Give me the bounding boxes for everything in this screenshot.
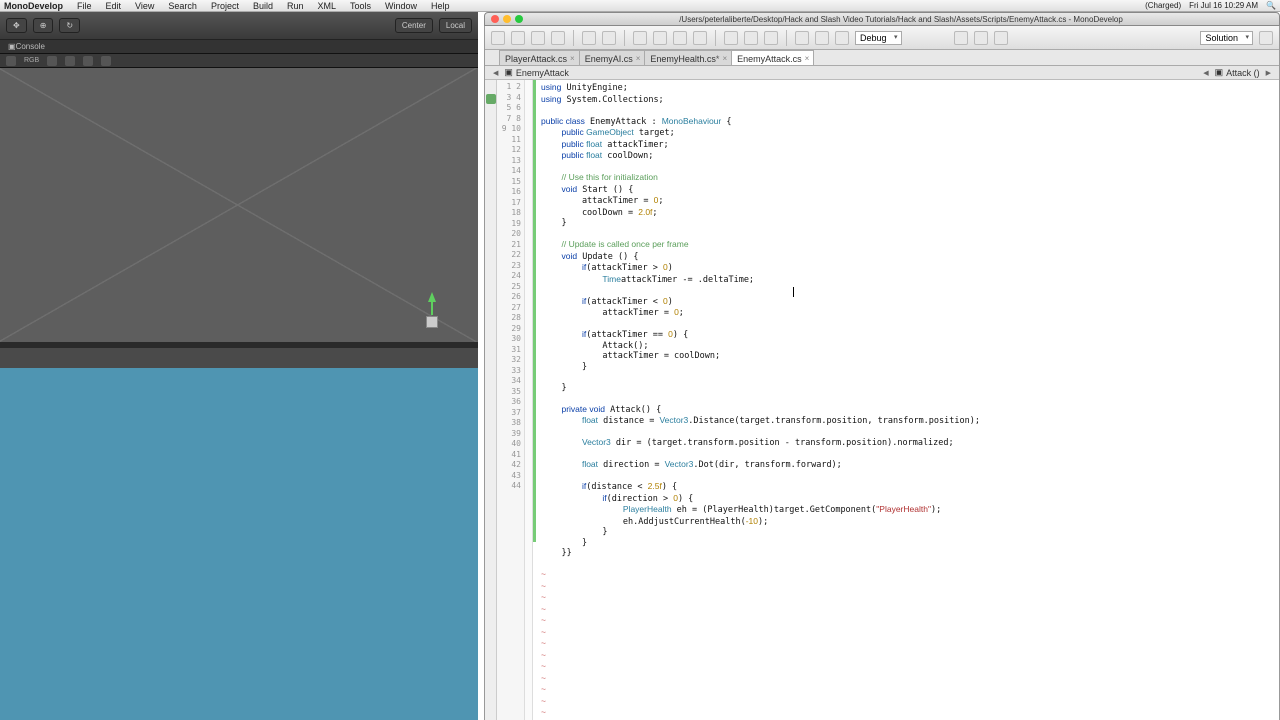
menu-search[interactable]: Search — [168, 1, 197, 11]
tab-label: EnemyAI.cs — [585, 54, 633, 64]
space-toggle[interactable]: Local — [439, 18, 472, 33]
pivot-toggle[interactable]: Center — [395, 18, 433, 33]
warn-icon[interactable] — [101, 56, 111, 66]
bookmark-icon — [486, 94, 496, 104]
console-tab[interactable]: ▣ Console — [0, 40, 478, 54]
tab-label: EnemyAttack.cs — [737, 54, 802, 64]
minimize-icon[interactable] — [503, 15, 511, 23]
menu-tools[interactable]: Tools — [350, 1, 371, 11]
cut-icon[interactable] — [633, 31, 647, 45]
rotate-tool[interactable]: ↻ — [59, 18, 80, 33]
tab-close-icon[interactable]: × — [722, 54, 727, 63]
console-label: Console — [16, 42, 45, 51]
solution-dropdown[interactable]: Solution — [1200, 31, 1253, 45]
marker-column[interactable] — [485, 80, 497, 720]
step-over-icon[interactable] — [954, 31, 968, 45]
redo-icon[interactable] — [602, 31, 616, 45]
find-icon[interactable] — [764, 31, 778, 45]
search-box-icon[interactable] — [1259, 31, 1273, 45]
scene-view[interactable] — [0, 68, 478, 342]
app-menu[interactable]: MonoDevelop — [4, 1, 63, 11]
collapse-icon[interactable] — [47, 56, 57, 66]
stop-icon[interactable] — [835, 31, 849, 45]
tab-close-icon[interactable]: × — [805, 54, 810, 63]
menu-run[interactable]: Run — [287, 1, 304, 11]
new-file-icon[interactable] — [491, 31, 505, 45]
breadcrumb[interactable]: ◀ ▣EnemyAttack ◀ ▣Attack () ▶ — [485, 66, 1279, 80]
menu-project[interactable]: Project — [211, 1, 239, 11]
copy-icon[interactable] — [653, 31, 667, 45]
battery-status: (Charged) — [1145, 1, 1181, 10]
menu-xml[interactable]: XML — [317, 1, 336, 11]
file-tab[interactable]: EnemyHealth.cs* × — [644, 50, 732, 65]
nav-back-icon[interactable] — [724, 31, 738, 45]
method-icon: ▣ — [1215, 67, 1224, 78]
menu-file[interactable]: File — [77, 1, 92, 11]
game-view[interactable] — [0, 368, 478, 720]
run-icon[interactable] — [795, 31, 809, 45]
zoom-icon[interactable] — [515, 15, 523, 23]
pane-divider[interactable] — [0, 342, 478, 348]
debug-icon[interactable] — [815, 31, 829, 45]
breadcrumb-class[interactable]: EnemyAttack — [516, 68, 569, 78]
window-titlebar[interactable]: /Users/peterlaliberte/Desktop/Hack and S… — [484, 12, 1280, 26]
file-tabs: PlayerAttack.cs ×EnemyAI.cs ×EnemyHealth… — [485, 50, 1279, 66]
unity-toolbar: ✥ ⊕ ↻ Center Local — [0, 12, 478, 40]
menu-edit[interactable]: Edit — [106, 1, 122, 11]
step-into-icon[interactable] — [974, 31, 988, 45]
hand-tool[interactable]: ✥ — [6, 18, 27, 33]
tab-close-icon[interactable]: × — [570, 54, 575, 63]
class-icon: ▣ — [504, 67, 513, 78]
menu-view[interactable]: View — [135, 1, 154, 11]
save-all-icon[interactable] — [551, 31, 565, 45]
move-tool[interactable]: ⊕ — [33, 18, 54, 33]
undo-icon[interactable] — [582, 31, 596, 45]
open-icon[interactable] — [511, 31, 525, 45]
file-tab[interactable]: EnemyAttack.cs × — [731, 50, 814, 65]
mac-menubar: MonoDevelop File Edit View Search Projec… — [0, 0, 1280, 12]
fold-column[interactable] — [525, 80, 533, 720]
error-pause-icon[interactable] — [65, 56, 75, 66]
tab-close-icon[interactable]: × — [636, 54, 641, 63]
line-gutter[interactable]: 1 2 3 4 5 6 7 8 9 10 11 12 13 14 15 16 1… — [497, 80, 525, 720]
save-icon[interactable] — [531, 31, 545, 45]
close-icon[interactable] — [491, 15, 499, 23]
config-dropdown[interactable]: Debug — [855, 31, 902, 45]
rgb-label: RGB — [24, 57, 39, 64]
clear-icon[interactable] — [6, 56, 16, 66]
file-tab[interactable]: PlayerAttack.cs × — [499, 50, 580, 65]
tab-label: EnemyHealth.cs* — [650, 54, 719, 64]
menu-help[interactable]: Help — [431, 1, 450, 11]
file-tab[interactable]: EnemyAI.cs × — [579, 50, 646, 65]
menu-window[interactable]: Window — [385, 1, 417, 11]
nav-fwd-icon[interactable] — [744, 31, 758, 45]
console-toolbar: RGB — [0, 54, 478, 68]
clock: Fri Jul 16 10:29 AM — [1189, 1, 1258, 10]
breadcrumb-member[interactable]: Attack () — [1226, 68, 1260, 78]
step-out-icon[interactable] — [994, 31, 1008, 45]
paste-icon[interactable] — [673, 31, 687, 45]
text-cursor — [793, 287, 794, 297]
transform-gizmo[interactable] — [418, 292, 442, 332]
log-icon[interactable] — [83, 56, 93, 66]
window-title: /Users/peterlaliberte/Desktop/Hack and S… — [523, 15, 1279, 24]
code-area[interactable]: using UnityEngine; using System.Collecti… — [537, 80, 1279, 720]
tab-label: PlayerAttack.cs — [505, 54, 567, 64]
main-toolbar: Debug Solution — [485, 26, 1279, 50]
unity-panel: ✥ ⊕ ↻ Center Local ▣ Console RGB — [0, 12, 478, 720]
change-bar — [533, 80, 536, 542]
delete-icon[interactable] — [693, 31, 707, 45]
monodevelop-window: Debug Solution PlayerAttack.cs ×EnemyAI.… — [484, 26, 1280, 720]
spotlight-icon[interactable]: 🔍 — [1266, 1, 1276, 10]
code-editor[interactable]: 1 2 3 4 5 6 7 8 9 10 11 12 13 14 15 16 1… — [485, 80, 1279, 720]
menu-build[interactable]: Build — [253, 1, 273, 11]
